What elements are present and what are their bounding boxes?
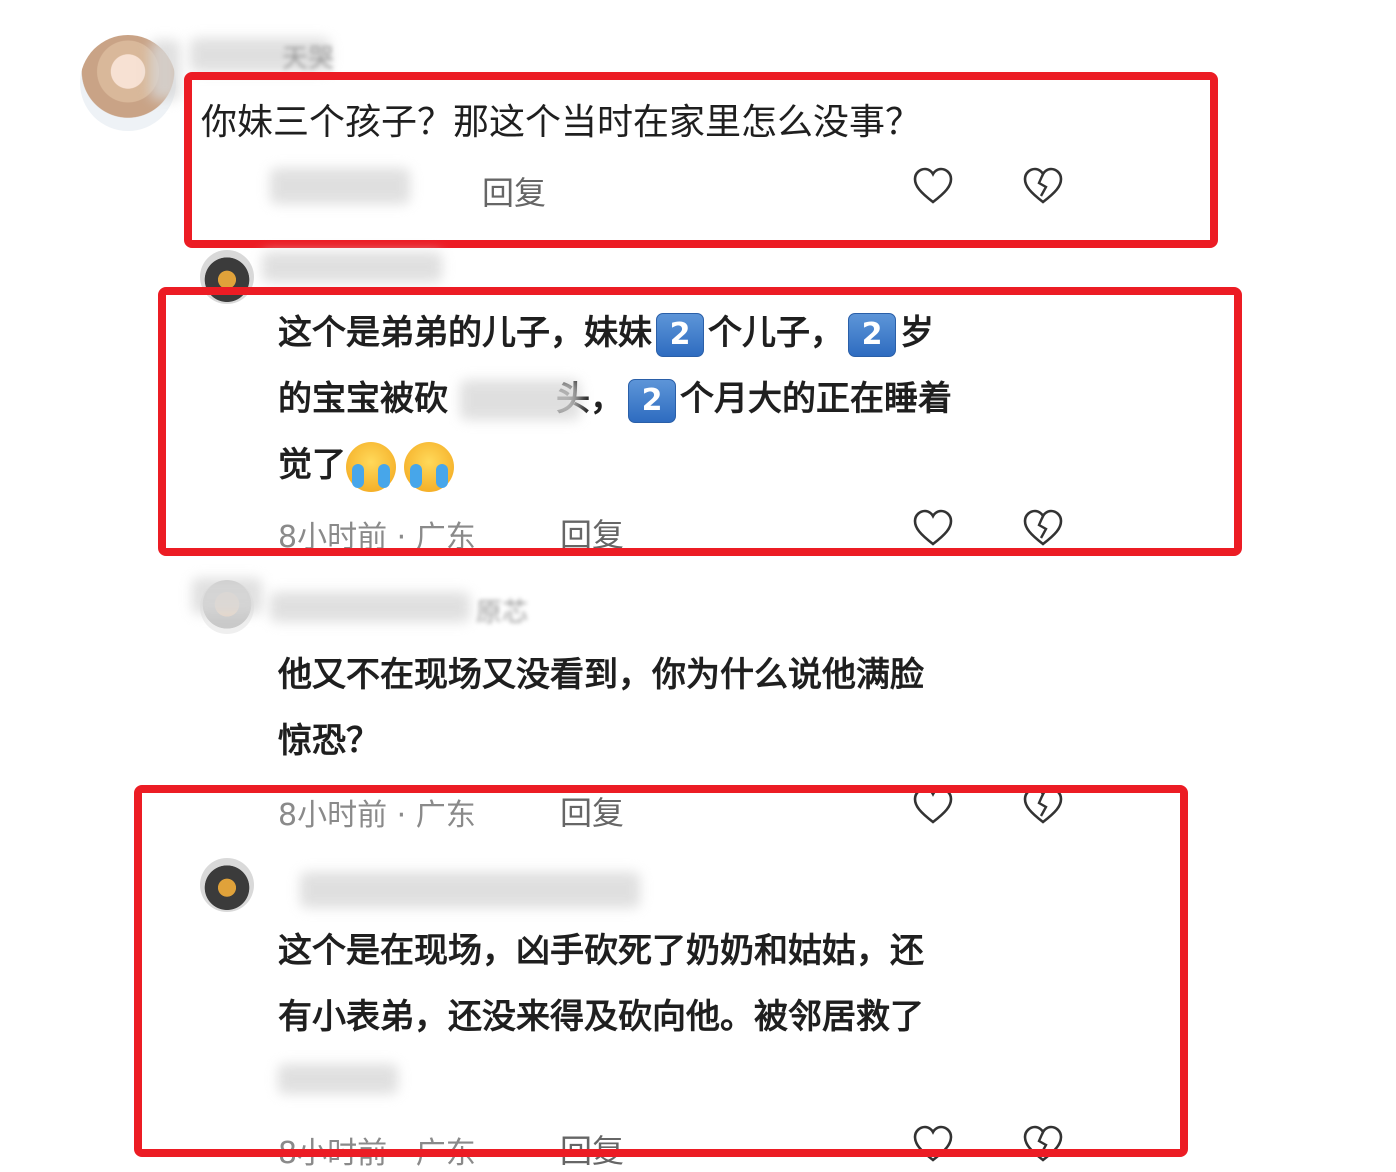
- blurred-username: [262, 252, 442, 282]
- highlight-box: [158, 287, 1242, 556]
- blurred-avatar-overlay: [150, 40, 180, 100]
- username[interactable]: 天哭: [282, 38, 334, 75]
- blurred-avatar-overlay: [192, 578, 262, 614]
- comment-text-line: 他又不在现场又没看到，你为什么说他满脸: [278, 655, 924, 695]
- blurred-username: [270, 592, 470, 622]
- highlight-box: [184, 72, 1218, 248]
- highlight-box: [134, 785, 1188, 1157]
- comment-text-line: 惊恐？: [278, 721, 380, 761]
- username[interactable]: 原芯: [476, 592, 528, 629]
